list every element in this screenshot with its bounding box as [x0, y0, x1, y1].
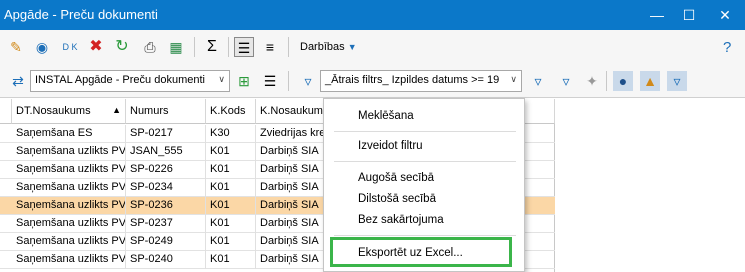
user-filter-icon[interactable]: ●: [613, 71, 633, 91]
sum-icon[interactable]: Σ: [202, 37, 222, 57]
main-toolbar: ✎ ◉ D K ✖ ↻ ⎙ ▦ Σ ☰ ≡ Darbības ▼ ?: [0, 30, 745, 64]
sort-ascending-icon: ▲: [112, 105, 121, 115]
menu-divider: [334, 131, 516, 132]
menu-item-create-filter[interactable]: Izveidot filtru: [336, 137, 516, 157]
add-filter-icon[interactable]: ▿: [528, 71, 548, 91]
view-icon[interactable]: ◉: [32, 37, 52, 57]
menu-divider: [334, 161, 516, 162]
row-selector-header: [0, 99, 12, 124]
warning-filter-icon[interactable]: ▲: [640, 71, 660, 91]
refresh-icon[interactable]: ↻: [112, 37, 132, 57]
title-bar: Apgāde - Preču dokumenti — ☐ ✕: [0, 0, 745, 30]
column-header-k-kods[interactable]: K.Kods: [206, 99, 256, 124]
document-type-value: INSTAL Apgāde - Preču dokumenti: [35, 74, 205, 86]
debit-credit-icon[interactable]: D K: [60, 37, 80, 57]
selection-toolbar: ⇄ INSTAL Apgāde - Preču dokumenti ∨ ⊞ ☰ …: [0, 64, 745, 98]
quick-filter-select[interactable]: _Ātrais filtrs_ Izpildes datums >= 19 ∨: [320, 70, 522, 92]
close-window-icon[interactable]: ✕: [710, 0, 740, 30]
toolbar-divider: [228, 37, 229, 57]
help-button[interactable]: ?: [723, 39, 731, 56]
edit-filter-icon[interactable]: ▿: [556, 71, 576, 91]
darbibas-menu[interactable]: Darbības ▼: [300, 41, 357, 53]
edit-icon[interactable]: ✎: [6, 37, 26, 57]
export-highlight-box: [330, 237, 512, 267]
menu-divider: [334, 235, 516, 236]
menu-item-search[interactable]: Meklēšana: [336, 107, 516, 127]
list-view-icon[interactable]: ☰: [234, 37, 254, 57]
toolbar-divider: [288, 71, 289, 91]
filter-icon[interactable]: ▿: [298, 71, 318, 91]
tree-view-icon[interactable]: ≡: [260, 37, 280, 57]
chevron-down-icon: ∨: [510, 74, 517, 84]
maximize-icon[interactable]: ☐: [674, 0, 704, 30]
pin-filter-icon[interactable]: ✦: [582, 71, 602, 91]
window-title: Apgāde - Preču dokumenti: [4, 7, 158, 22]
column-header-dt-nosaukums[interactable]: DT.Nosaukums ▲: [12, 99, 126, 124]
toolbar-divider: [606, 71, 607, 91]
chevron-down-icon: ▼: [347, 42, 357, 52]
menu-item-sort-ascending[interactable]: Augošā secībā: [336, 169, 516, 189]
advanced-filter-icon[interactable]: ▿: [667, 71, 687, 91]
toolbar-divider: [194, 37, 195, 57]
manage-selection-icon[interactable]: ☰: [260, 71, 280, 91]
layout-list-icon[interactable]: ⇄: [8, 71, 28, 91]
print-icon[interactable]: ⎙: [140, 37, 160, 57]
column-header-numurs[interactable]: Numurs: [126, 99, 206, 124]
add-selection-icon[interactable]: ⊞: [234, 71, 254, 91]
minimize-icon[interactable]: —: [642, 0, 672, 30]
toolbar-divider: [288, 37, 289, 57]
document-type-select[interactable]: INSTAL Apgāde - Preču dokumenti ∨: [30, 70, 230, 92]
delete-icon[interactable]: ✖: [86, 37, 106, 57]
chevron-down-icon: ∨: [218, 74, 225, 84]
excel-icon[interactable]: ▦: [166, 37, 186, 57]
menu-item-no-sort[interactable]: Bez sakārtojuma: [336, 211, 516, 231]
menu-item-sort-descending[interactable]: Dilstošā secībā: [336, 190, 516, 210]
quick-filter-value: _Ātrais filtrs_ Izpildes datums >= 19: [325, 74, 500, 86]
